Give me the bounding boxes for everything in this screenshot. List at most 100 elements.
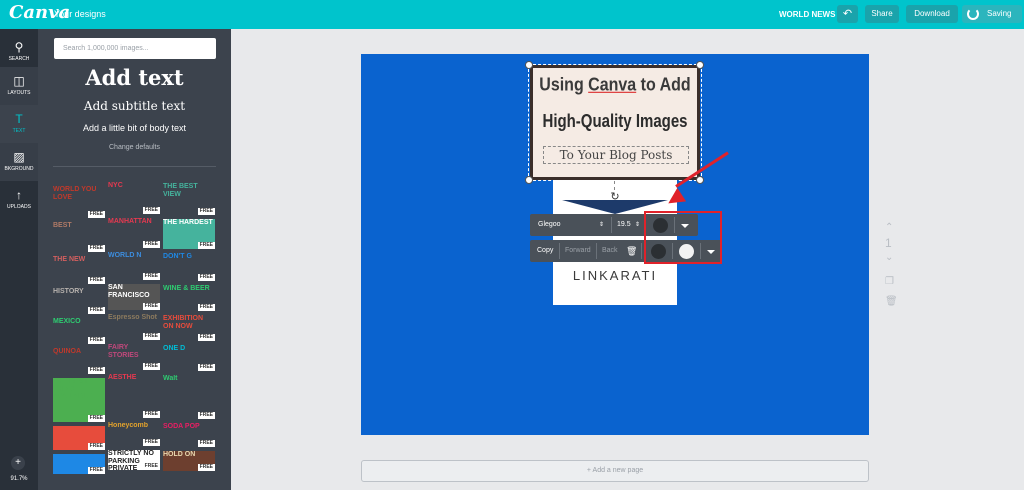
nav-search[interactable]: ⚲ SEARCH: [0, 33, 38, 71]
resize-handle-tr[interactable]: [696, 61, 704, 69]
rotate-icon[interactable]: ↻: [609, 191, 621, 203]
text-template-label: BEST: [53, 222, 72, 229]
font-size-select[interactable]: 19.5: [617, 214, 631, 236]
chevron-up-icon[interactable]: ⌃: [885, 222, 893, 233]
download-button[interactable]: Download: [906, 5, 958, 23]
text-template-item[interactable]: ONE D FREE: [163, 345, 215, 371]
forward-button[interactable]: Forward: [565, 240, 591, 262]
document-title[interactable]: WORLD NEWS: [779, 10, 835, 19]
resize-handle-br[interactable]: [696, 176, 704, 184]
back-button[interactable]: Back: [602, 240, 618, 262]
free-badge: FREE: [197, 333, 215, 341]
upload-icon: ↑: [16, 188, 22, 202]
free-badge: FREE: [142, 206, 160, 214]
text-template-item[interactable]: STRICTLY NO PARKING PRIVATE PROPERTYFREE: [108, 450, 160, 470]
text-icon: T: [15, 112, 23, 126]
resize-handle-bl[interactable]: [525, 176, 533, 184]
free-badge: FREE: [197, 303, 215, 311]
free-badge: FREE: [197, 273, 215, 281]
panel-divider: [53, 166, 216, 167]
zoom-in-button[interactable]: +: [11, 456, 25, 470]
free-badge: FREE: [197, 463, 215, 471]
text-template-item[interactable]: EXHIBITION ON NOW FREE: [163, 315, 215, 341]
toolbar-separator: [559, 243, 560, 259]
text-template-item[interactable]: SODA POP FREE: [163, 423, 215, 447]
text-template-item[interactable]: Honeycomb FREE: [108, 422, 160, 446]
nav-layouts[interactable]: ◫ LAYOUTS: [0, 67, 38, 105]
text-template-item[interactable]: HISTORY FREE: [53, 288, 105, 314]
text-template-item[interactable]: NYC FREE: [108, 182, 160, 214]
text-template-label: TYPE DESIGN: [53, 454, 101, 461]
nav-uploads[interactable]: ↑ UPLOADS: [0, 181, 38, 219]
nav-text-label: TEXT: [12, 128, 26, 134]
free-badge: FREE: [142, 272, 160, 280]
add-new-page-button[interactable]: + Add a new page: [361, 460, 869, 482]
text-template-label: THE BEST VIEW: [163, 183, 198, 198]
text-template-item[interactable]: WORLD N FREE: [108, 252, 160, 280]
text-template-item[interactable]: SAN FRANCISCO FREE: [108, 284, 160, 310]
search-icon: ⚲: [14, 40, 24, 54]
free-badge: FREE: [87, 210, 105, 218]
text-template-label: QUINOA: [53, 348, 81, 355]
add-subtitle-button[interactable]: Add subtitle text: [38, 99, 231, 113]
change-defaults-link[interactable]: Change defaults: [38, 144, 231, 151]
text-template-item[interactable]: DON'T G FREE: [163, 253, 215, 281]
title-line-2: High-Quality Images: [542, 111, 688, 132]
nav-search-label: SEARCH: [8, 56, 30, 62]
title-line-1-accent: Canva: [588, 75, 637, 96]
delete-page-icon[interactable]: 🗑: [885, 296, 898, 307]
text-template-label: THE HARDEST: [163, 219, 213, 226]
text-template-item[interactable]: THE BEST VIEW FREE: [163, 183, 215, 215]
top-bar: Canva Your designs WORLD NEWS ↶ Share Do…: [0, 0, 1024, 29]
text-template-item[interactable]: MEXICO FREE: [53, 318, 105, 344]
free-badge: FREE: [87, 244, 105, 252]
zoom-level[interactable]: 91.7%: [5, 476, 33, 482]
nav-uploads-label: UPLOADS: [7, 204, 31, 210]
text-template-item[interactable]: TEXT HERE FREE: [53, 426, 105, 450]
text-template-label: Walt: [163, 375, 178, 382]
free-badge: FREE: [142, 302, 160, 310]
share-button[interactable]: Share: [865, 5, 899, 23]
font-family-select[interactable]: Glegoo: [538, 214, 561, 236]
free-badge: FREE: [197, 207, 215, 215]
text-template-item[interactable]: QUINOA FREE: [53, 348, 105, 374]
background-icon: ▨: [13, 150, 25, 164]
text-template-item[interactable]: THE BEST THING AVAILABLE FREE: [53, 378, 105, 422]
text-template-item[interactable]: WORLD YOU LOVE FREE: [53, 186, 105, 218]
copy-button[interactable]: Copy: [537, 240, 553, 262]
toolbar-separator: [641, 243, 642, 259]
your-designs-link[interactable]: Your designs: [54, 9, 106, 19]
trash-icon[interactable]: 🗑: [626, 240, 637, 262]
text-template-label: Espresso Shot: [108, 314, 158, 321]
text-template-item[interactable]: Walt FREE: [163, 375, 215, 419]
text-template-label: SODA POP: [163, 423, 200, 430]
add-heading-button[interactable]: Add text: [38, 65, 231, 90]
undo-button[interactable]: ↶: [837, 5, 858, 23]
text-template-label: WORLD N: [108, 252, 142, 259]
text-template-item[interactable]: MANHATTAN FREE: [108, 218, 160, 248]
text-template-item[interactable]: BEST FREE: [53, 222, 105, 252]
text-template-item[interactable]: WINE & BEER FREE: [163, 285, 215, 311]
title-line-1-pre: Using: [539, 75, 589, 96]
text-template-label: WORLD YOU LOVE: [53, 186, 97, 201]
text-template-item[interactable]: THE HARDEST FREE: [163, 219, 215, 249]
duplicate-page-icon[interactable]: ❐: [885, 276, 894, 287]
text-template-item[interactable]: Espresso Shot FREE: [108, 314, 160, 340]
resize-handle-tl[interactable]: [525, 61, 533, 69]
add-body-text-button[interactable]: Add a little bit of body text: [38, 123, 231, 133]
nav-text[interactable]: T TEXT: [0, 105, 38, 143]
text-template-item[interactable]: FAIRY STORIES FREE: [108, 344, 160, 370]
chevron-down-icon[interactable]: ⌄: [885, 252, 893, 263]
text-template-label: Honeycomb: [108, 422, 149, 429]
text-template-label: NYC: [108, 182, 123, 189]
text-template-item[interactable]: AESTHE FREE: [108, 374, 160, 418]
free-badge: FREE: [87, 414, 105, 422]
free-badge: FREE: [87, 442, 105, 450]
text-template-item[interactable]: THE NEW FREE: [53, 256, 105, 284]
text-template-label: HOLD ON: [163, 451, 196, 458]
image-search-input[interactable]: Search 1,000,000 images...: [54, 38, 216, 59]
text-template-item[interactable]: HOLD ON FREE: [163, 451, 215, 471]
nav-background[interactable]: ▨ BKGROUND: [0, 143, 38, 181]
text-template-item[interactable]: TYPE DESIGN FREE: [53, 454, 105, 474]
title-line-3-editing[interactable]: To Your Blog Posts: [543, 146, 689, 164]
